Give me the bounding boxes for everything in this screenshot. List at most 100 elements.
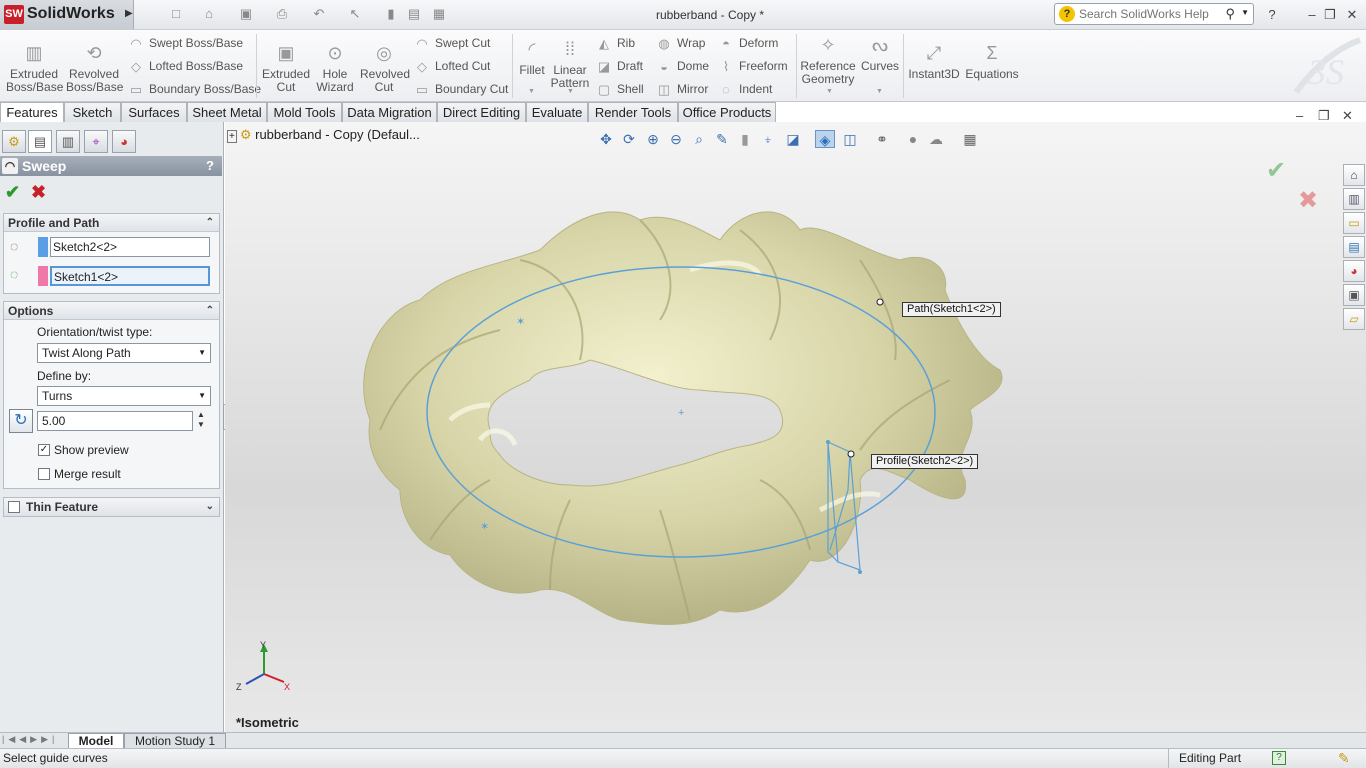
confirm-cancel-icon[interactable]: ✖	[1298, 186, 1318, 215]
dimxpert-manager-tab-icon[interactable]: ⌖	[84, 130, 108, 153]
display-style-icon[interactable]: ◈	[815, 130, 835, 148]
mirror-button[interactable]: ◫ Mirror	[656, 79, 708, 99]
dome-button[interactable]: ◒ Dome	[656, 56, 709, 76]
thin-feature-heading[interactable]: Thin Feature ⌄	[4, 498, 219, 516]
zoom-to-fit-icon[interactable]: ✥	[596, 130, 616, 148]
profile-callout[interactable]: Profile(Sketch2<2>)	[871, 454, 979, 469]
thin-feature-checkbox[interactable]	[8, 501, 20, 513]
new-document-icon[interactable]: □	[167, 6, 185, 22]
profile-and-path-heading[interactable]: Profile and Path ⌃	[4, 214, 219, 232]
turns-input[interactable]: 5.00	[37, 411, 193, 431]
profile-selection-box[interactable]: Sketch2<2>	[50, 237, 210, 257]
reverse-direction-icon[interactable]: ↻	[9, 409, 33, 433]
view-settings-icon[interactable]: ☁	[926, 130, 946, 148]
reference-geometry-button[interactable]: ✧ Reference Geometry	[800, 26, 856, 86]
equations-button[interactable]: Σ Equations	[964, 34, 1020, 81]
print-icon[interactable]: ⎙	[273, 6, 291, 22]
expand-icon[interactable]: ⌄	[206, 498, 214, 516]
file-properties-icon[interactable]: ▤	[405, 6, 423, 22]
display-manager-tab-icon[interactable]: ◕	[112, 130, 136, 153]
freeform-button[interactable]: ⌇ Freeform	[718, 56, 788, 76]
rib-button[interactable]: ◭ Rib	[596, 33, 635, 53]
doc-minimize-icon[interactable]: ‒	[1296, 108, 1303, 123]
save-icon[interactable]: ▣	[237, 6, 255, 22]
linear-pattern-button[interactable]: ⁞⁞ Linear Pattern	[548, 30, 592, 90]
ok-check-icon[interactable]: ✔	[5, 183, 20, 201]
expand-icon[interactable]: +	[227, 130, 237, 143]
tab-surfaces[interactable]: Surfaces	[121, 102, 187, 122]
close-icon[interactable]: ✕	[1342, 6, 1362, 24]
merge-result-checkbox[interactable]	[38, 468, 50, 480]
tab-model[interactable]: Model	[68, 733, 124, 749]
search-input[interactable]	[1079, 6, 1229, 22]
tab-scroll-arrows-icon[interactable]: |◀◀▶▶|	[2, 734, 58, 745]
boundary-cut-button[interactable]: ▭ Boundary Cut	[414, 79, 509, 99]
feature-manager-tab-icon[interactable]: ⚙	[2, 130, 26, 153]
shell-button[interactable]: ▢ Shell	[596, 79, 644, 99]
pattern-dropdown-icon[interactable]: ▼	[567, 88, 574, 95]
tab-direct-editing[interactable]: Direct Editing	[437, 102, 526, 122]
draft-button[interactable]: ◪ Draft	[596, 56, 643, 76]
search-icon[interactable]: ⚲	[1225, 6, 1235, 22]
collapse-icon[interactable]: ⌃	[206, 214, 214, 232]
open-document-icon[interactable]: ⌂	[200, 6, 218, 22]
reference-geometry-dropdown-icon[interactable]: ▼	[826, 88, 833, 95]
quick-tips-icon[interactable]: ?	[1272, 751, 1286, 765]
custom-properties-icon[interactable]: ▣	[1343, 284, 1365, 306]
previous-view-icon[interactable]: ▮	[735, 130, 755, 148]
rotate-icon[interactable]: ⟳	[619, 130, 639, 148]
tab-features[interactable]: Features	[0, 102, 64, 123]
hide-show-items-icon[interactable]: ◫	[840, 130, 860, 148]
hole-wizard-button[interactable]: ⊙ Hole Wizard	[312, 34, 358, 94]
curves-dropdown-icon[interactable]: ▼	[876, 88, 883, 95]
home-icon[interactable]: ⌂	[1343, 164, 1365, 186]
define-by-select[interactable]: Turns ▼	[37, 386, 211, 406]
swept-cut-button[interactable]: ◠ Swept Cut	[414, 33, 490, 53]
zoom-in-out-icon[interactable]: ⊖	[666, 130, 686, 148]
extruded-boss-button[interactable]: ▥ Extruded Boss/Base	[6, 34, 63, 94]
curves-button[interactable]: ᔓ Curves	[860, 26, 900, 73]
tab-render-tools[interactable]: Render Tools	[588, 102, 678, 122]
options-heading[interactable]: Options ⌃	[4, 302, 219, 320]
render-tools-icon[interactable]: ▦	[960, 130, 980, 148]
swept-boss-button[interactable]: ◠ Swept Boss/Base	[128, 33, 243, 53]
select-icon[interactable]: ↖	[346, 6, 364, 22]
options-icon[interactable]: ▦	[430, 6, 448, 22]
file-explorer-icon[interactable]: ▭	[1343, 212, 1365, 234]
tab-sketch[interactable]: Sketch	[64, 102, 121, 122]
wrap-button[interactable]: ◍ Wrap	[656, 33, 705, 53]
help-button[interactable]: ?	[206, 156, 214, 176]
extruded-cut-button[interactable]: ▣ Extruded Cut	[262, 34, 310, 94]
indent-button[interactable]: ◌ Indent	[718, 79, 772, 99]
configuration-manager-tab-icon[interactable]: ▥	[56, 130, 80, 153]
spin-arrows-icon[interactable]: ▲ ▼	[197, 410, 205, 430]
sketch-tools-icon[interactable]: ✎	[712, 130, 732, 148]
view-palette-icon[interactable]: ▤	[1343, 236, 1365, 258]
tab-office-products[interactable]: Office Products	[678, 102, 776, 122]
cancel-x-icon[interactable]: ✖	[31, 183, 46, 201]
undo-icon[interactable]: ↶	[310, 6, 328, 22]
fillet-dropdown-icon[interactable]: ▼	[528, 88, 535, 95]
restore-icon[interactable]: ❐	[1320, 6, 1340, 24]
collapse-icon[interactable]: ⌃	[206, 302, 214, 320]
show-preview-checkbox[interactable]: ✓	[38, 444, 50, 456]
tab-data-migration[interactable]: Data Migration	[342, 102, 437, 122]
section-view-icon[interactable]: ⍖	[758, 130, 778, 148]
tab-motion-study-1[interactable]: Motion Study 1	[124, 733, 226, 749]
apply-scene-icon[interactable]: ●	[903, 130, 923, 148]
zoom-area-icon[interactable]: ⊕	[643, 130, 663, 148]
path-callout[interactable]: Path(Sketch1<2>)	[902, 302, 1001, 317]
path-selection-box[interactable]: Sketch1<2>	[50, 266, 210, 286]
lofted-cut-button[interactable]: ◇ Lofted Cut	[414, 56, 490, 76]
confirm-check-icon[interactable]: ✔	[1266, 156, 1286, 185]
view-orientation-icon[interactable]: ◪	[783, 130, 803, 148]
edit-appearance-icon[interactable]: ⚭	[872, 130, 892, 148]
solidworks-menu-button[interactable]: SW SolidWorks ▶	[0, 0, 134, 29]
tab-evaluate[interactable]: Evaluate	[526, 102, 588, 122]
boundary-boss-button[interactable]: ▭ Boundary Boss/Base	[128, 79, 261, 99]
instant3d-button[interactable]: ⤢ Instant3D	[907, 34, 961, 81]
revolved-cut-button[interactable]: ◎ Revolved Cut	[360, 34, 410, 94]
tab-mold-tools[interactable]: Mold Tools	[267, 102, 342, 122]
lofted-boss-button[interactable]: ◇ Lofted Boss/Base	[128, 56, 243, 76]
rebuild-status-icon[interactable]: ✎	[1338, 749, 1350, 768]
